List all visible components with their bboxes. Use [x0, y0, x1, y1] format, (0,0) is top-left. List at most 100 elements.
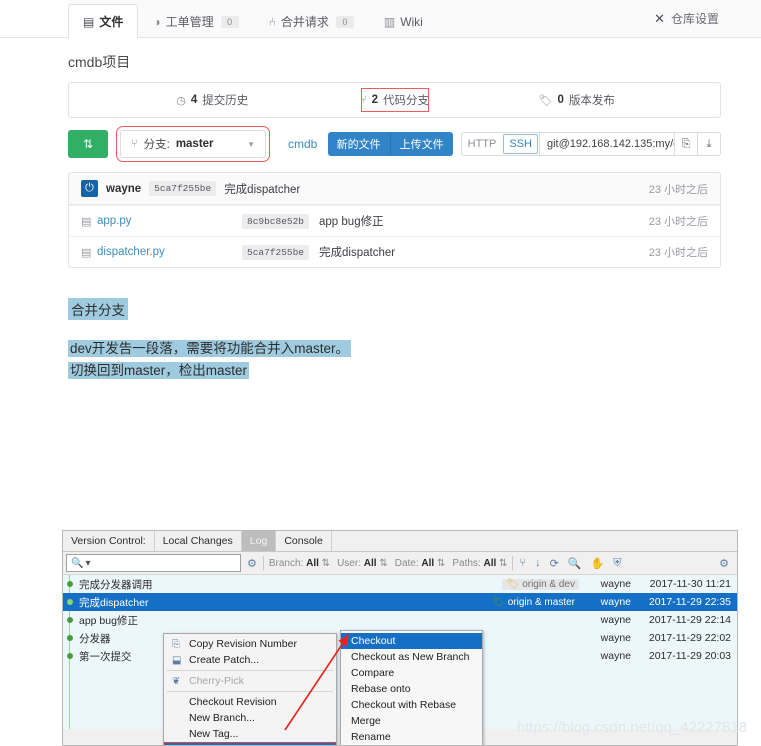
commit-node-icon: [67, 635, 73, 641]
filter-branch[interactable]: Branch: All ⇅: [269, 558, 330, 569]
filter-value: All: [306, 557, 319, 569]
show-branches-icon[interactable]: ⑂: [518, 557, 527, 569]
stat-tag[interactable]: 🏷 0 版本发布: [434, 83, 721, 117]
commit-author: wayne: [600, 614, 631, 626]
menu-item-branch-master[interactable]: Branch 'master'▶: [164, 742, 336, 745]
submenu-item-checkout-with-rebase[interactable]: Checkout with Rebase: [341, 697, 482, 713]
upload-file-button[interactable]: 上传文件: [389, 132, 453, 156]
new-file-button[interactable]: 新的文件: [327, 132, 390, 156]
file-name-link[interactable]: app.py: [97, 215, 242, 227]
commit-message: 完成dispatcher: [224, 183, 301, 196]
file-commit-sha[interactable]: 5ca7f255be: [242, 244, 310, 260]
stat-history[interactable]: ◷ 4 提交历史: [69, 83, 356, 117]
clipboard-icon: ⎘: [681, 137, 691, 150]
menu-item-label: Copy Revision Number: [189, 638, 297, 650]
branch-master-submenu[interactable]: Checkout Checkout as New Branch Compare Reb…: [340, 630, 483, 745]
last-commit-header: ⏻ wayne 5ca7f255be 完成dispatcher 23 小时之后: [69, 173, 720, 205]
filter-date[interactable]: Date: All ⇅: [395, 558, 446, 569]
highlight-icon[interactable]: ✋: [589, 557, 605, 570]
wrench-icon: ✕: [654, 10, 665, 26]
branch-ref-label[interactable]: 🏷 origin & master: [488, 597, 579, 608]
stat-count: 0: [557, 94, 564, 106]
vcs-tab-log[interactable]: Log: [241, 531, 277, 551]
tab-label: 工单管理: [165, 15, 214, 29]
vcs-tab-localchanges[interactable]: Local Changes: [155, 531, 242, 551]
commit-author[interactable]: wayne: [106, 183, 141, 195]
patch-icon: ⬓: [172, 654, 182, 666]
commit-date: 2017-11-29 22:35: [648, 596, 731, 608]
branch-ref-label[interactable]: 🏷 origin & dev: [502, 578, 579, 590]
tab-文件[interactable]: ▤ 文件: [68, 4, 139, 38]
commit-context-menu[interactable]: ⎘ Copy Revision Number ⬓ Create Patch... ❦ Ch…: [163, 633, 337, 745]
commit-author: wayne: [600, 578, 631, 590]
branch-selector-value: master: [175, 138, 214, 150]
notes-line-2: 切换回到master，检出master: [68, 362, 250, 379]
gear-icon[interactable]: ⚙: [718, 557, 730, 570]
vcs-tab-console[interactable]: Console: [276, 531, 332, 551]
magnifier-icon: 🔍: [71, 557, 84, 569]
commit-row-meta: 🏷 origin & dev wayne 2017-11-30 11:21: [502, 578, 737, 590]
commit-log-row[interactable]: 完成分发器调用 🏷 origin & dev wayne 2017-11-30 11:2…: [63, 575, 737, 593]
menu-item-create-patch[interactable]: ⬓ Create Patch...: [164, 652, 336, 668]
submenu-item-checkout[interactable]: Checkout: [341, 633, 482, 649]
branch-selector[interactable]: ⑂ 分支: master ▼: [116, 126, 270, 162]
copy-clone-url-button[interactable]: ⎘: [675, 132, 698, 156]
gear-icon[interactable]: ⚙: [246, 557, 258, 570]
protocol-ssh-button[interactable]: SSH: [503, 134, 538, 154]
submenu-item-rebase-onto[interactable]: Rebase onto: [341, 681, 482, 697]
protocol-http-button[interactable]: HTTP: [462, 133, 503, 155]
notes-block: 合并分支 dev开发告一段落，需要将功能合并入master。 切换回到maste…: [68, 298, 761, 382]
collapse-icon[interactable]: ↓: [534, 557, 542, 569]
tab-wiki[interactable]: ▥ Wiki: [369, 4, 438, 38]
file-name-link[interactable]: dispatcher.py: [97, 246, 242, 258]
stat-branch[interactable]: ⑂ 2 代码分支: [356, 83, 434, 117]
menu-item-label: New Branch...: [189, 712, 255, 724]
repo-toolbar-right: 新的文件 上传文件 HTTP SSH git@192.168.142.135:m…: [327, 132, 721, 156]
tab-合并请求[interactable]: ⑃ 合并请求 0: [254, 4, 369, 38]
commit-row-meta: wayne 2017-11-29 20:03: [587, 650, 737, 662]
submenu-item-merge[interactable]: Merge: [341, 713, 482, 729]
menu-item-copy-revision-number[interactable]: ⎘ Copy Revision Number: [164, 636, 336, 652]
commit-log-row[interactable]: app bug修正 wayne 2017-11-29 22:14: [63, 611, 737, 629]
vcs-tab-versioncontrol[interactable]: Version Control:: [63, 531, 155, 551]
commit-sha[interactable]: 5ca7f255be: [149, 181, 217, 196]
filter-paths[interactable]: Paths: All ⇅: [452, 558, 507, 569]
filter-user[interactable]: User: All ⇅: [337, 558, 388, 569]
commit-log-row[interactable]: 完成dispatcher 🏷 origin & master wayne 2017-11…: [63, 593, 737, 611]
copy-icon: ⎘: [172, 638, 180, 650]
download-repo-button[interactable]: ⤓: [698, 132, 721, 156]
menu-item-checkout-revision[interactable]: Checkout Revision: [164, 694, 336, 710]
stat-label: 代码分支: [383, 95, 429, 107]
commit-date: 2017-11-30 11:21: [649, 578, 731, 590]
log-filters: Branch: All ⇅ User: All ⇅ Date: All ⇅ Paths…: [269, 558, 508, 569]
compare-button[interactable]: ⇅: [68, 130, 108, 158]
submenu-item-rename[interactable]: Rename: [341, 729, 482, 745]
filter-caret-icon: ⇅: [496, 557, 508, 569]
submenu-item-checkout-as-new-branch[interactable]: Checkout as New Branch: [341, 649, 482, 665]
file-row[interactable]: ▤ dispatcher.py 5ca7f255be 完成dispatcher 23 小…: [69, 236, 720, 267]
commit-node-icon: [67, 581, 73, 587]
commit-date: 2017-11-29 22:02: [648, 632, 731, 644]
stat-label: 版本发布: [568, 95, 615, 107]
intellisort-icon[interactable]: ⛨: [612, 557, 622, 570]
repo-breadcrumb-link[interactable]: cmdb: [288, 137, 317, 151]
refresh-icon[interactable]: ⟳: [549, 557, 560, 570]
search-input[interactable]: 🔍 ▾: [66, 554, 241, 572]
commit-row-meta: wayne 2017-11-29 22:14: [587, 614, 737, 626]
menu-item-label: Checkout Revision: [189, 696, 277, 708]
tab-工单管理[interactable]: ◑ 工单管理 0: [138, 4, 253, 38]
menu-item-new-branch[interactable]: New Branch...: [164, 710, 336, 726]
commit-author: wayne: [600, 632, 631, 644]
file-row[interactable]: ▤ app.py 8c9bc8e52b app bug修正 23 小时之后: [69, 205, 720, 236]
find-icon[interactable]: 🔍: [567, 557, 583, 570]
submenu-item-compare[interactable]: Compare: [341, 665, 482, 681]
menu-item-new-tag[interactable]: New Tag...: [164, 726, 336, 742]
toolbar-divider: [262, 556, 264, 570]
file-commit-sha[interactable]: 8c9bc8e52b: [242, 213, 310, 229]
commit-row-meta: 🏷 origin & master wayne 2017-11-29 22:35: [488, 596, 737, 608]
commit-subject: 第一次提交: [79, 650, 132, 663]
filter-label: Date:: [394, 557, 419, 569]
search-dropdown-caret-icon[interactable]: ▾: [85, 558, 90, 569]
clone-url-input[interactable]: git@192.168.142.135:my/cm: [540, 132, 675, 156]
repo-settings-button[interactable]: ✕ 仓库设置: [654, 10, 719, 27]
